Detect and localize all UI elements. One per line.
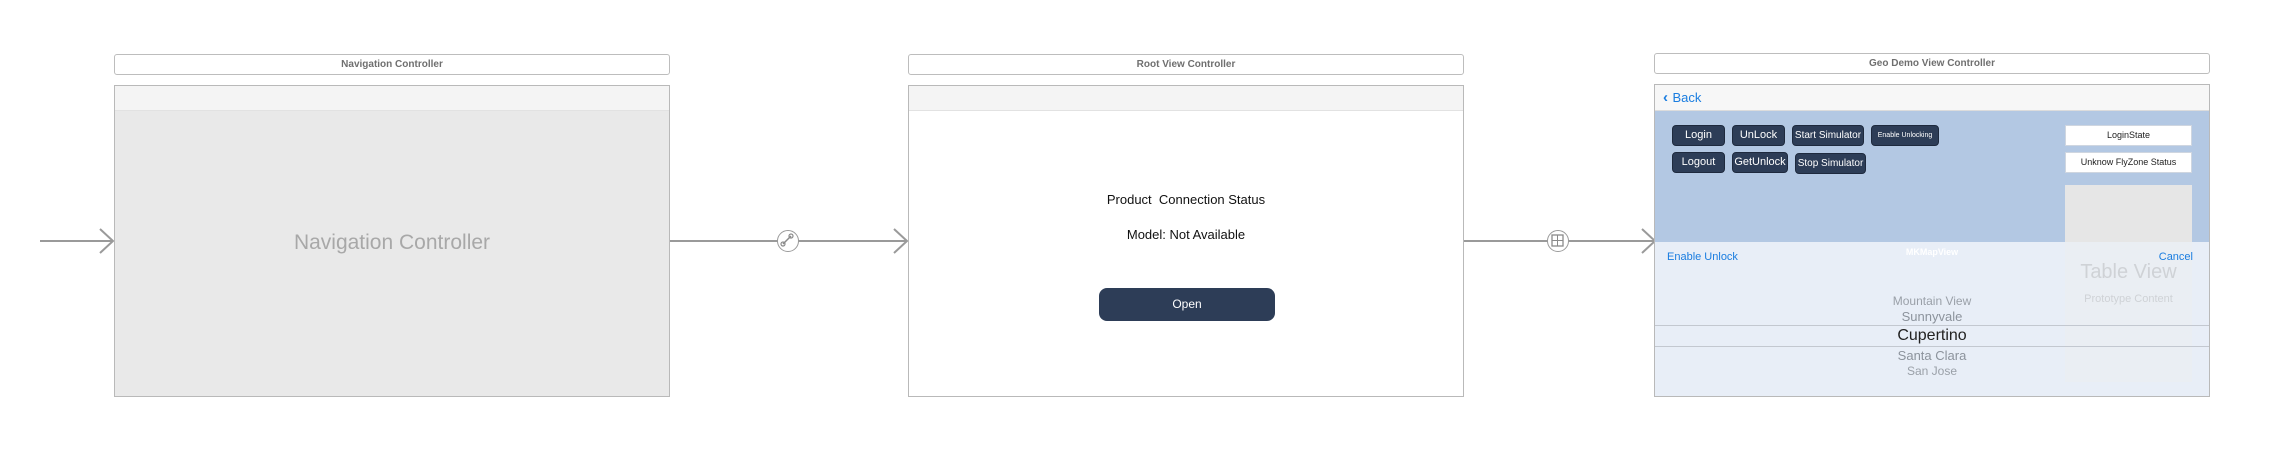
picker-item-selected[interactable]: Cupertino	[1655, 327, 2209, 345]
root-view-controller-scene[interactable]: Product Connection Status Model: Not Ava…	[908, 85, 1464, 397]
show-segue-icon[interactable]	[1547, 230, 1569, 252]
start-simulator-button[interactable]: Start Simulator	[1792, 125, 1864, 146]
login-state-label: LoginState	[2065, 125, 2192, 146]
geo-nav-bar	[1655, 85, 2209, 111]
geo-demo-scene[interactable]: ‹ Back Login UnLock Start Simulator Enab…	[1654, 84, 2210, 397]
flyzone-status-label: Unknow FlyZone Status	[2065, 152, 2192, 173]
picker-item[interactable]: Sunnyvale	[1655, 309, 2209, 324]
stop-simulator-button[interactable]: Stop Simulator	[1795, 153, 1866, 174]
table-view-label: Table View	[2080, 261, 2177, 283]
enable-unlock-button[interactable]: Enable Unlock	[1667, 251, 1738, 263]
root-scene-title[interactable]: Root View Controller	[908, 54, 1464, 75]
picker-selection-bottom-line	[1655, 346, 2209, 347]
back-label: Back	[1672, 90, 1702, 105]
nav-controller-scene[interactable]: Navigation Controller	[114, 85, 670, 397]
login-button[interactable]: Login	[1672, 125, 1725, 146]
nav-controller-placeholder: Navigation Controller	[293, 231, 491, 254]
nav-scene-title[interactable]: Navigation Controller	[114, 54, 670, 75]
chevron-left-icon: ‹	[1663, 89, 1668, 106]
root-nav-bar	[909, 86, 1463, 111]
model-label: Model: Not Available	[1126, 227, 1246, 242]
picker-selection-top-line	[1655, 325, 2209, 326]
geo-scene-title[interactable]: Geo Demo View Controller	[1654, 53, 2210, 74]
enable-unlocking-button[interactable]: Enable Unlocking	[1871, 125, 1939, 146]
map-view-label: MKMapView	[1905, 247, 1959, 257]
nav-bar	[115, 86, 669, 111]
get-unlock-button[interactable]: GetUnlock	[1732, 152, 1788, 173]
open-button[interactable]: Open	[1099, 288, 1275, 321]
picker-item[interactable]: Santa Clara	[1655, 348, 2209, 363]
relationship-segue-icon[interactable]	[777, 230, 799, 252]
back-button[interactable]: ‹ Back	[1663, 89, 1701, 107]
logout-button[interactable]: Logout	[1672, 152, 1725, 173]
picker-item[interactable]: San Jose	[1655, 364, 2209, 378]
connection-status-label: Product Connection Status	[1106, 192, 1266, 207]
picker-item[interactable]: Mountain View	[1655, 294, 2209, 308]
entry-point-arrow	[40, 228, 115, 254]
unlock-button[interactable]: UnLock	[1732, 125, 1785, 146]
